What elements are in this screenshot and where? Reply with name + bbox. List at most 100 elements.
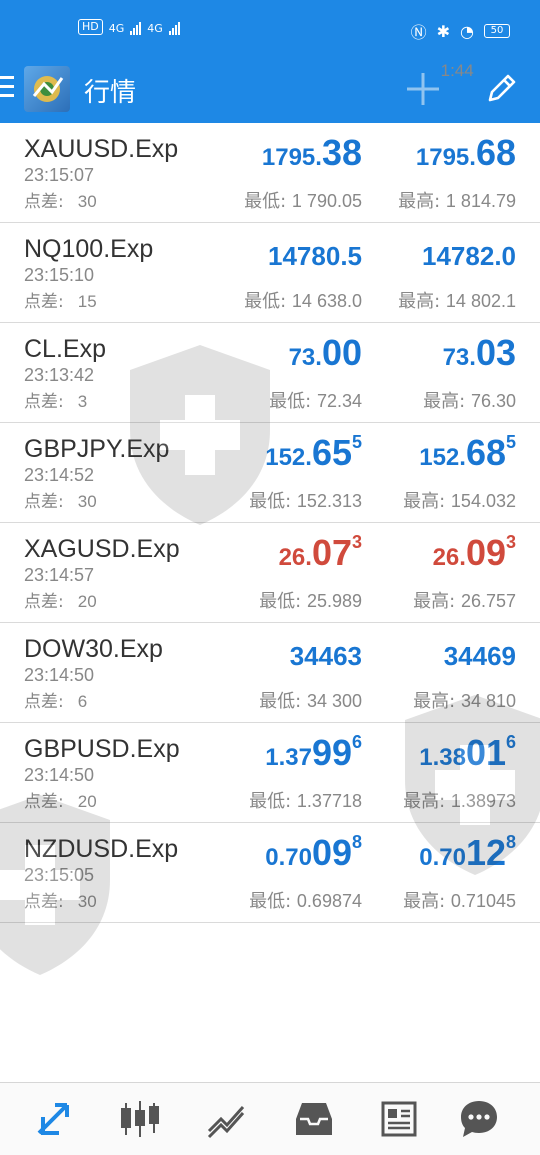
nav-chart[interactable] xyxy=(118,1097,162,1141)
bid-price[interactable]: 73.00 xyxy=(289,335,362,371)
add-symbol-button[interactable] xyxy=(404,70,442,108)
bid-price-big: 38 xyxy=(321,132,362,173)
nav-history[interactable] xyxy=(292,1097,336,1141)
spread: 点差: 20 xyxy=(24,787,97,812)
quote-row[interactable]: NZDUSD.Exp 23:15:05 点差: 30 0.70098 0.70128 最低:… xyxy=(0,823,540,923)
symbol-name: NZDUSD.Exp xyxy=(24,835,179,863)
bid-price[interactable]: 152.655 xyxy=(265,432,362,471)
app-bar: 行情 xyxy=(0,60,540,123)
quote-row[interactable]: GBPJPY.Exp 23:14:52 点差: 30 152.655 152.685 最低:… xyxy=(0,423,540,523)
spread-label: 点差: xyxy=(24,292,64,312)
quote-row[interactable]: NQ100.Exp 23:15:10 点差: 15 14780.5 14782.0 最低: … xyxy=(0,223,540,323)
bid-price-big: 07 xyxy=(311,532,352,573)
spread-value: 3 xyxy=(77,392,88,411)
high-label: 最高: xyxy=(403,891,446,912)
ask-price[interactable]: 0.70128 xyxy=(419,833,516,871)
quote-row[interactable]: CL.Exp 23:13:42 点差: 3 73.00 73.03 最低: 72.34 最高:… xyxy=(0,323,540,423)
low-price: 最低: 0.69874 xyxy=(249,887,362,913)
low-price: 最低: 152.313 xyxy=(249,487,362,513)
ask-price[interactable]: 26.093 xyxy=(432,532,516,573)
low-label: 最低: xyxy=(259,691,302,712)
quote-row[interactable]: XAGUSD.Exp 23:14:57 点差: 20 26.073 26.093 最低: 2… xyxy=(0,523,540,623)
bid-price[interactable]: 34463 xyxy=(290,635,362,671)
bid-price-main: 1.37 xyxy=(265,744,312,771)
bid-price[interactable]: 1795.38 xyxy=(262,135,362,171)
bid-price[interactable]: 26.073 xyxy=(278,532,362,573)
high-label: 最高: xyxy=(398,291,441,312)
nav-quotes[interactable] xyxy=(33,1097,77,1141)
high-value: 26.757 xyxy=(460,591,516,611)
menu-icon[interactable] xyxy=(0,76,16,100)
bid-price-big: 99 xyxy=(311,732,352,773)
ask-price[interactable]: 1795.68 xyxy=(416,135,516,171)
high-price: 最高: 14 802.1 xyxy=(398,287,516,313)
ask-price-big: 68 xyxy=(465,432,506,473)
quote-row[interactable]: XAUUSD.Exp 23:15:07 点差: 30 1795.38 1795.68 最低:… xyxy=(0,123,540,223)
ask-price[interactable]: 73.03 xyxy=(443,335,516,371)
low-value: 72.34 xyxy=(316,391,362,411)
spread: 点差: 30 xyxy=(24,487,97,512)
ask-price[interactable]: 34469 xyxy=(444,635,516,671)
ask-price[interactable]: 14782.0 xyxy=(422,235,516,271)
high-price: 最高: 76.30 xyxy=(423,387,516,413)
bid-price-big: 00 xyxy=(321,332,362,373)
low-value: 0.69874 xyxy=(296,891,362,911)
spread-label: 点差: xyxy=(24,392,64,412)
news-icon xyxy=(381,1101,417,1137)
low-label: 最低: xyxy=(259,591,302,612)
quote-row[interactable]: GBPUSD.Exp 23:14:50 点差: 20 1.37996 1.38016 最低:… xyxy=(0,723,540,823)
high-value: 0.71045 xyxy=(450,891,516,911)
ask-price-main: 26. xyxy=(432,544,466,571)
nav-trade[interactable] xyxy=(205,1097,249,1141)
high-value: 1.38973 xyxy=(450,791,516,811)
bid-price[interactable]: 0.70098 xyxy=(265,832,362,873)
spread-label: 点差: xyxy=(24,692,64,712)
low-value: 14 638.0 xyxy=(291,291,362,311)
bid-price-fractional: 6 xyxy=(351,732,362,752)
chart-icon xyxy=(121,1101,159,1137)
bid-price-main: 14780.5 xyxy=(268,241,362,271)
nav-chat[interactable] xyxy=(457,1097,501,1141)
low-price: 最低: 14 638.0 xyxy=(244,287,362,313)
ask-price-main: 14782.0 xyxy=(422,241,516,271)
ask-price-big: 09 xyxy=(465,532,506,573)
nav-news[interactable] xyxy=(377,1097,421,1141)
high-label: 最高: xyxy=(398,191,441,212)
bid-price[interactable]: 1.37996 xyxy=(265,732,362,773)
quote-time: 23:14:50 xyxy=(24,665,95,685)
ask-price-main: 152. xyxy=(419,444,466,471)
spread: 点差: 30 xyxy=(24,887,97,912)
ask-price[interactable]: 1.38016 xyxy=(419,733,516,771)
bid-price-main: 73. xyxy=(288,344,322,371)
spread: 点差: 20 xyxy=(24,587,97,612)
ask-price-fractional: 3 xyxy=(505,532,516,552)
ask-price-main: 1.38 xyxy=(419,744,466,771)
page-title: 行情 xyxy=(84,78,137,108)
edit-icon xyxy=(488,74,516,102)
bluetooth-icon: ✱ xyxy=(436,21,451,41)
spread-value: 30 xyxy=(77,892,97,911)
low-value: 152.313 xyxy=(296,491,362,511)
bid-price-big: 09 xyxy=(311,832,352,873)
bid-price-main: 26. xyxy=(278,544,312,571)
bid-price-fractional: 5 xyxy=(351,432,362,452)
ask-price-main: 34469 xyxy=(443,641,516,671)
quote-row[interactable]: DOW30.Exp 23:14:50 点差: 6 34463 34469 最低: 34 30… xyxy=(0,623,540,723)
ask-price[interactable]: 152.685 xyxy=(419,432,516,473)
top-bar: HD 4G 4G Ⓝ ✱ ◔ 50 1:44 行情 xyxy=(0,0,540,123)
high-value: 76.30 xyxy=(470,391,516,411)
high-price: 最高: 154.032 xyxy=(403,487,516,513)
status-left: HD 4G 4G xyxy=(78,19,180,35)
high-label: 最高: xyxy=(413,691,456,712)
spread-value: 30 xyxy=(77,492,97,511)
low-price: 最低: 34 300 xyxy=(259,687,362,713)
network-4g-label-2: 4G xyxy=(147,22,163,35)
spread: 点差: 30 xyxy=(24,187,97,212)
bid-price[interactable]: 14780.5 xyxy=(268,235,362,271)
low-label: 最低: xyxy=(249,491,292,512)
spread-label: 点差: xyxy=(24,192,64,212)
status-bar: HD 4G 4G Ⓝ ✱ ◔ 50 1:44 xyxy=(0,0,540,80)
spread-value: 6 xyxy=(77,692,88,711)
edit-button[interactable] xyxy=(484,70,520,106)
quote-time: 23:15:05 xyxy=(24,865,95,885)
